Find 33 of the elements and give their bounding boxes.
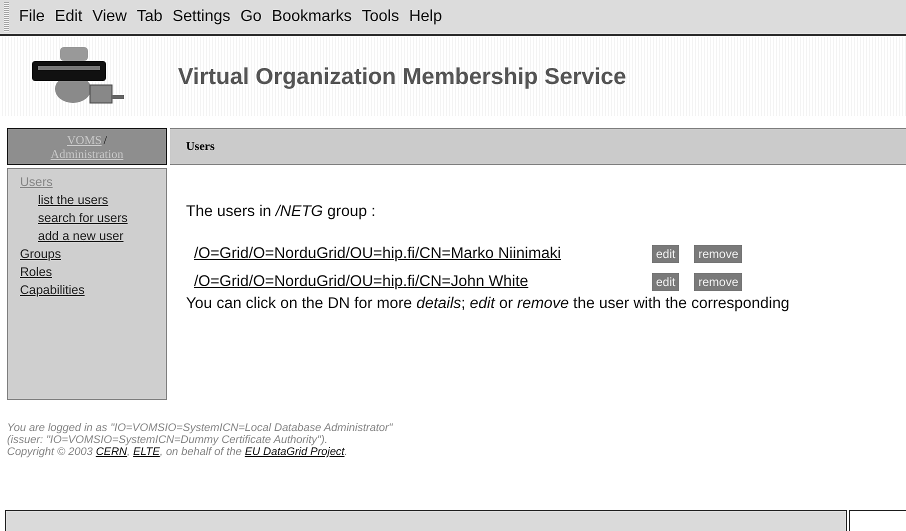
footer-link[interactable]: CERN: [96, 446, 127, 458]
menu-item[interactable]: File: [19, 8, 53, 26]
help-text: You can click on the DN for more details; edit or remove the user with the corresponding: [186, 295, 790, 313]
login-info-text: (issuer: "IO=VOMSIO=SystemICN=Dummy Certificate Authority").: [7, 434, 329, 446]
footer-link[interactable]: ELTE: [133, 446, 160, 458]
menu-item[interactable]: Settings: [172, 8, 238, 26]
sidebar-link[interactable]: Groups: [20, 248, 61, 261]
menu-item[interactable]: View: [92, 8, 135, 26]
edit-button[interactable]: edit: [652, 273, 680, 291]
sidebar-link[interactable]: search for users: [38, 212, 128, 225]
menu-item[interactable]: Go: [240, 8, 270, 26]
user-dn-link[interactable]: /O=Grid/O=NorduGrid/OU=hip.fi/CN=John White: [194, 273, 652, 291]
sidebar-link[interactable]: Roles: [20, 266, 52, 279]
login-info-text: You are logged in as "IO=VOMSIO=SystemICN=Local Database Administrator": [7, 422, 394, 434]
remove-button[interactable]: remove: [694, 245, 742, 263]
remove-button[interactable]: remove: [694, 273, 742, 291]
toolbar-grip[interactable]: [4, 2, 9, 32]
menu-item[interactable]: Tab: [136, 8, 171, 26]
breadcrumb-separator: /: [104, 132, 108, 146]
section-title: Users: [186, 139, 215, 154]
edit-button[interactable]: edit: [652, 245, 680, 263]
menu-item[interactable]: Bookmarks: [272, 8, 360, 26]
page-title: Virtual Organization Membership Service: [178, 62, 626, 90]
group-heading: The users in /NETG group :: [186, 203, 377, 221]
menu-item[interactable]: Tools: [362, 8, 408, 26]
sidebar-link[interactable]: list the users: [38, 194, 108, 207]
footer-link[interactable]: EU DataGrid Project: [244, 446, 344, 458]
login-info-text: Copyright © 2003 CERN, ELTE, on behalf of the EU DataGrid Project.: [7, 446, 349, 458]
menu-item[interactable]: Edit: [54, 8, 90, 26]
menu-item[interactable]: Help: [409, 8, 450, 26]
user-dn-link[interactable]: /O=Grid/O=NorduGrid/OU=hip.fi/CN=Marko Niinimaki: [194, 245, 652, 263]
sidebar-link[interactable]: Capabilities: [20, 284, 85, 297]
sidebar-link[interactable]: add a new user: [38, 230, 124, 243]
